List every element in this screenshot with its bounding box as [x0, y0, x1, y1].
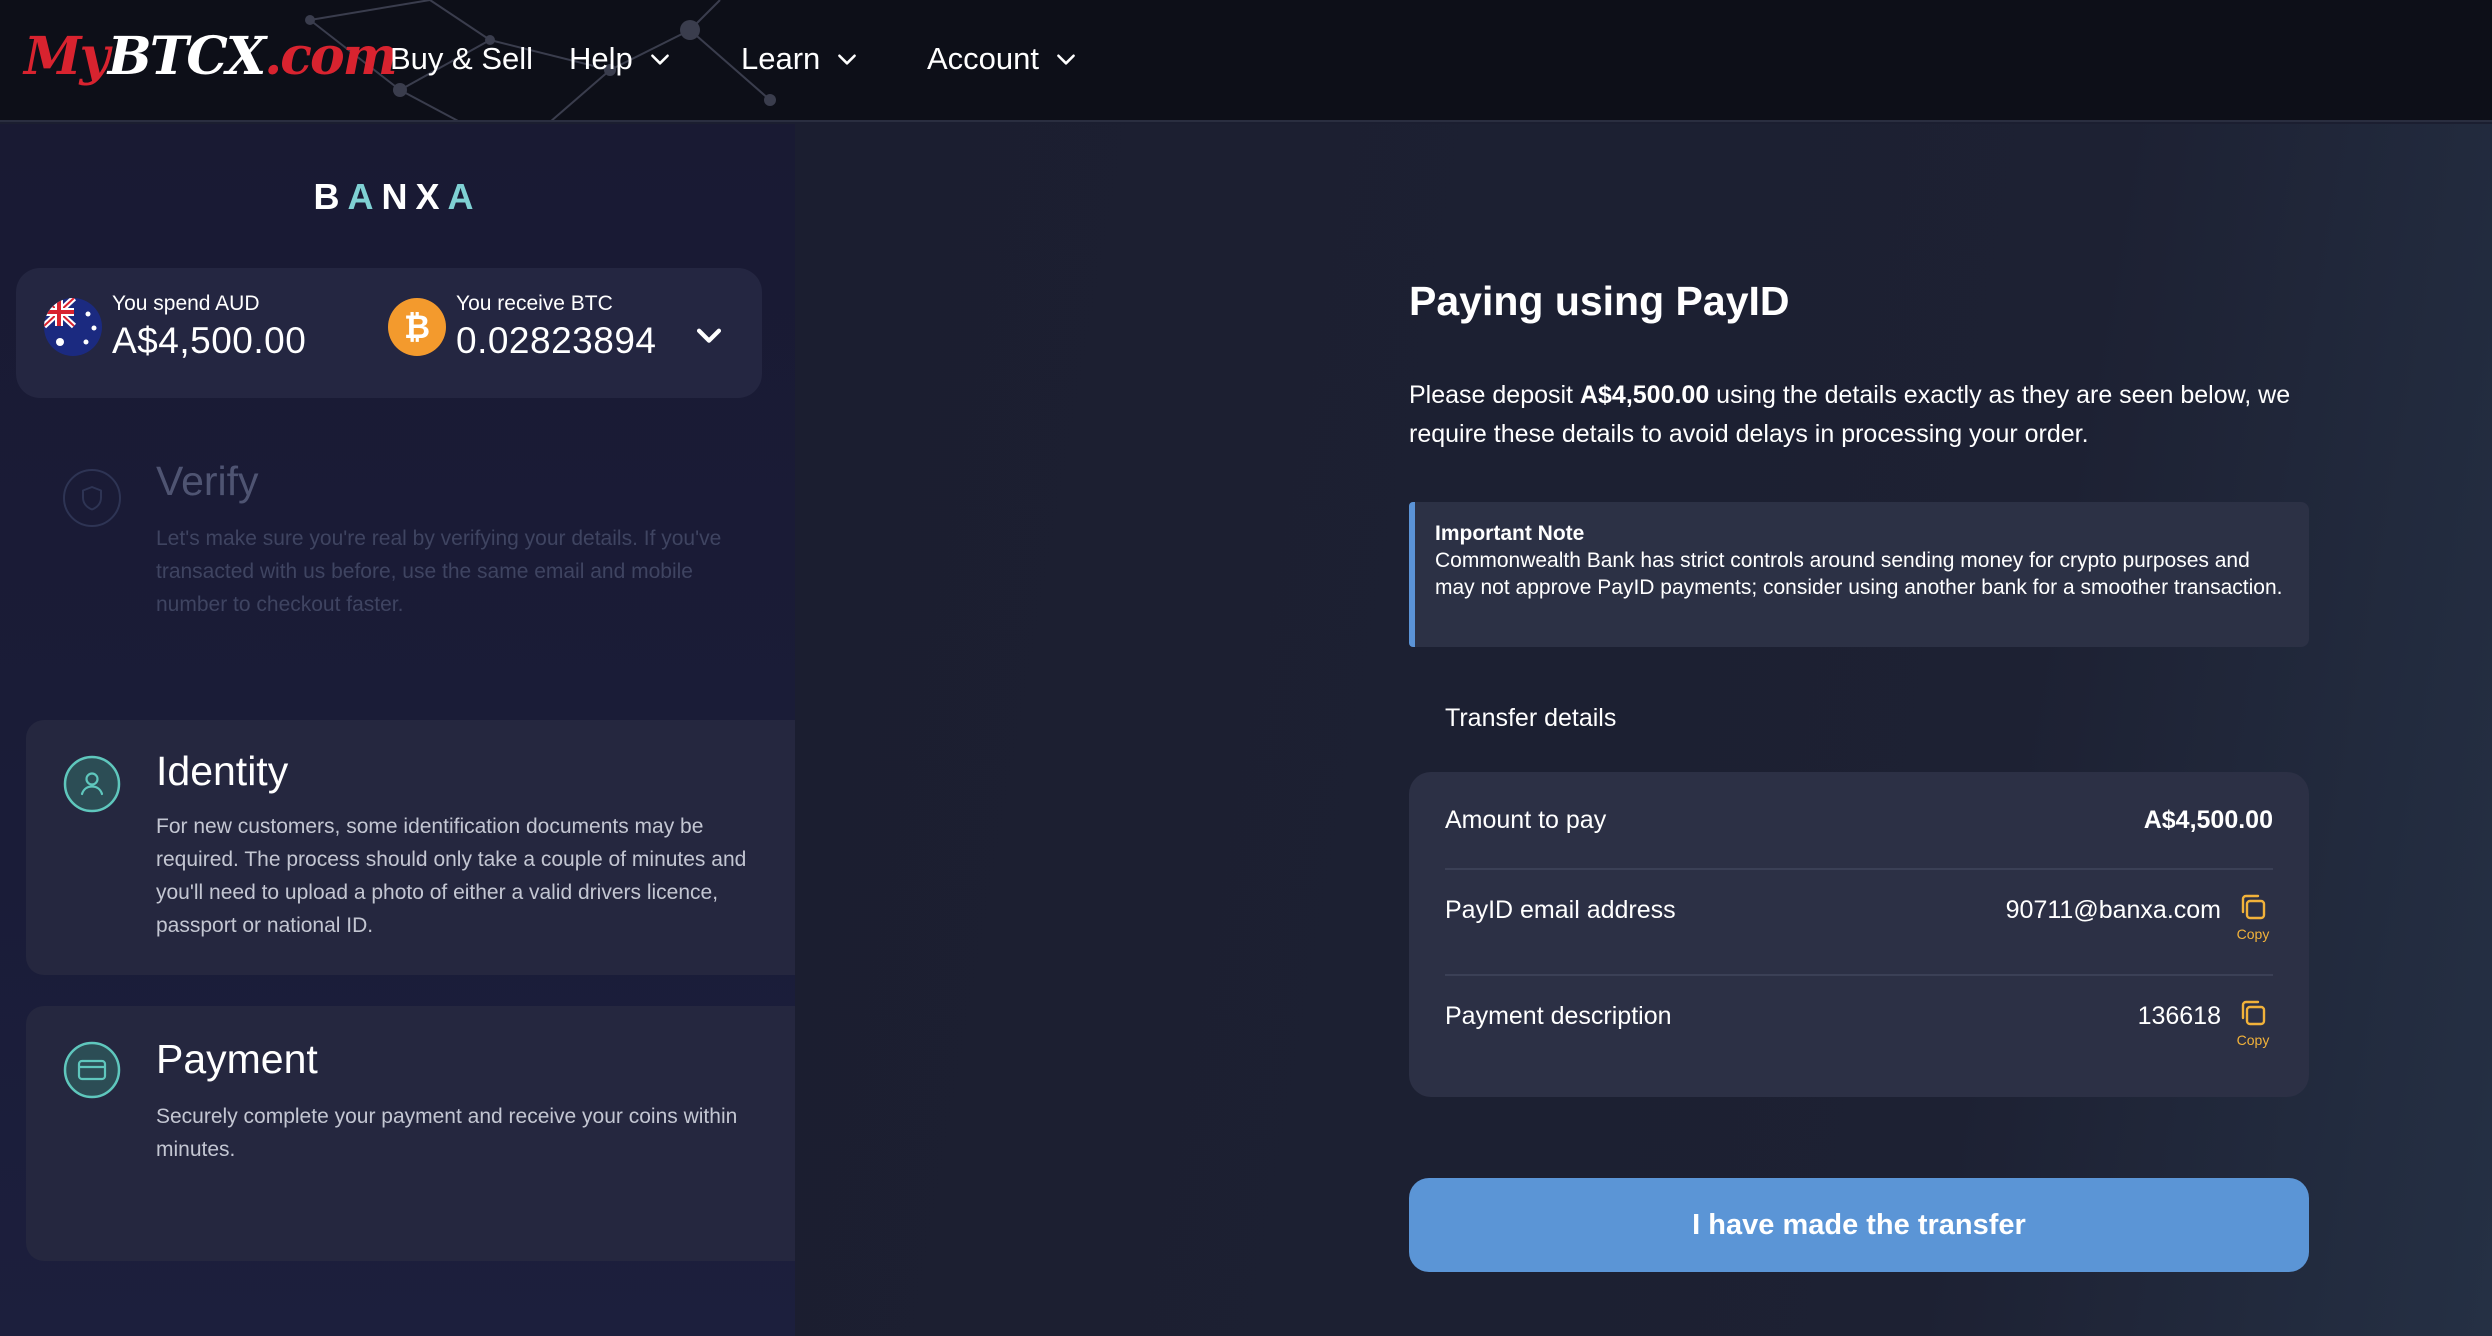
- copy-email-label: Copy: [2236, 926, 2270, 942]
- payment-panel: Paying using PayID Please deposit A$4,50…: [795, 124, 2492, 1336]
- credit-card-icon: [63, 1041, 121, 1099]
- nav-buy-sell-label: Buy & Sell: [390, 41, 534, 76]
- nav-help-label: Help: [569, 41, 633, 76]
- top-navigation: MyBTCX.com Buy & Sell Help Learn Account: [0, 0, 2492, 122]
- receive-amount: 0.02823894: [456, 320, 657, 361]
- step-identity: Identity For new customers, some identif…: [26, 720, 795, 975]
- nav-buy-sell[interactable]: Buy & Sell: [390, 34, 533, 84]
- step-payment-title: Payment: [156, 1036, 318, 1082]
- australia-flag-icon: [44, 298, 102, 356]
- spend-label: You spend AUD: [112, 292, 260, 315]
- checkout-sidebar: BANXA You spend AUD A$4,500.00 ₿ You rec…: [0, 124, 795, 1336]
- copy-description-label: Copy: [2236, 1032, 2270, 1048]
- important-note: Important Note Commonwealth Bank has str…: [1409, 502, 2309, 647]
- step-verify-title: Verify: [156, 458, 259, 504]
- chevron-down-icon: [1057, 54, 1075, 65]
- transfer-details-card: Amount to pay A$4,500.00 PayID email add…: [1409, 772, 2309, 1097]
- shield-icon: [63, 469, 121, 527]
- chevron-down-icon: [650, 54, 669, 65]
- nav-help[interactable]: Help: [569, 34, 673, 84]
- logo-my: My: [24, 26, 110, 87]
- mybtcx-logo[interactable]: MyBTCX.com: [24, 22, 398, 92]
- copy-icon: [2241, 894, 2266, 920]
- user-icon: [63, 755, 121, 813]
- step-identity-description: For new customers, some identification d…: [156, 815, 747, 937]
- payid-email-label: PayID email address: [1445, 896, 1676, 924]
- bitcoin-icon: ₿: [388, 298, 446, 356]
- intro-amount: A$4,500.00: [1579, 381, 1710, 409]
- logo-com: .com: [264, 26, 397, 87]
- important-note-title: Important Note: [1435, 522, 1585, 545]
- chevron-down-icon: [838, 54, 857, 65]
- payment-description-value: 136618: [2137, 1002, 2221, 1030]
- step-payment: Payment Securely complete your payment a…: [26, 1006, 795, 1261]
- page-title: Paying using PayID: [1409, 278, 1790, 324]
- payid-email-value: 90711@banxa.com: [2005, 896, 2221, 924]
- made-transfer-button[interactable]: I have made the transfer: [1409, 1178, 2309, 1272]
- divider: [1445, 974, 2273, 976]
- transfer-details-heading: Transfer details: [1445, 704, 1617, 732]
- payment-description-row: Payment description 136618 Copy: [1445, 1000, 2273, 1062]
- spend-amount: A$4,500.00: [112, 320, 307, 361]
- amount-to-pay-label: Amount to pay: [1445, 806, 1607, 834]
- step-payment-description: Securely complete your payment and recei…: [156, 1105, 738, 1161]
- payment-description-label: Payment description: [1445, 1002, 1672, 1030]
- nav-learn-label: Learn: [741, 41, 821, 76]
- banxa-logo: BANXA: [313, 176, 482, 217]
- amount-to-pay-value: A$4,500.00: [2143, 806, 2273, 834]
- receive-label: You receive BTC: [456, 292, 613, 315]
- svg-text:₿: ₿: [404, 309, 430, 345]
- step-verify: Verify Let's make sure you're real by ve…: [26, 434, 795, 764]
- important-note-body: Commonwealth Bank has strict controls ar…: [1435, 549, 2283, 599]
- order-summary-card: You spend AUD A$4,500.00 ₿ You receive B…: [16, 268, 762, 398]
- chevron-down-icon[interactable]: [692, 318, 726, 352]
- amount-to-pay-row: Amount to pay A$4,500.00: [1445, 806, 2273, 836]
- divider: [1445, 868, 2273, 870]
- copy-icon: [2241, 1000, 2266, 1026]
- copy-description-button[interactable]: Copy: [2233, 996, 2273, 1048]
- step-verify-description: Let's make sure you're real by verifying…: [156, 527, 722, 616]
- copy-email-button[interactable]: Copy: [2233, 890, 2273, 942]
- intro-text-start: Please deposit: [1409, 381, 1580, 409]
- nav-account-label: Account: [927, 41, 1040, 76]
- nav-account[interactable]: Account: [927, 34, 1079, 84]
- payment-instructions: Please deposit A$4,500.00 using the deta…: [1409, 376, 2369, 454]
- step-identity-title: Identity: [156, 748, 289, 794]
- logo-btcx: BTCX: [107, 26, 266, 87]
- payid-email-row: PayID email address 90711@banxa.com Copy: [1445, 894, 2273, 956]
- nav-learn[interactable]: Learn: [741, 34, 860, 84]
